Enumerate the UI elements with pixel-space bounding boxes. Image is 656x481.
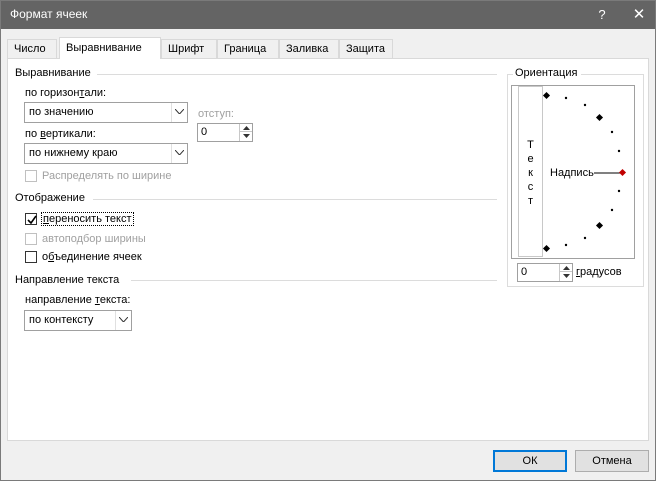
wrap-text-checkbox[interactable] <box>25 213 37 225</box>
text-direction-value: по контексту <box>29 314 94 326</box>
tab-protection[interactable]: Защита <box>339 39 393 58</box>
spin-down-icon[interactable] <box>560 272 572 280</box>
orientation-group-left <box>507 74 508 286</box>
vertical-label: по вертикали: <box>25 128 96 140</box>
distributed-label: Распределять по ширине <box>42 170 172 182</box>
horizontal-align-value: по значению <box>29 106 94 118</box>
text-direction-select[interactable]: по контексту <box>24 310 132 331</box>
ok-button[interactable]: ОК <box>493 450 567 472</box>
format-cells-dialog: Формат ячеек ? ✕ Число Выравнивание Шриф… <box>0 0 656 481</box>
degrees-value: 0 <box>521 266 528 278</box>
horizontal-label: по горизонтали: <box>25 87 107 99</box>
tab-number[interactable]: Число <box>7 39 57 58</box>
indent-value: 0 <box>201 126 208 138</box>
orientation-group-right <box>643 74 644 286</box>
alignment-group-title: Выравнивание <box>15 67 95 79</box>
cancel-button[interactable]: Отмена <box>575 450 649 472</box>
tab-fill[interactable]: Заливка <box>279 39 339 58</box>
spin-up-icon[interactable] <box>240 124 252 132</box>
shrink-to-fit-checkbox[interactable] <box>25 233 37 245</box>
shrink-to-fit-label: автоподбор ширины <box>42 233 146 245</box>
display-group-line <box>93 199 497 200</box>
orientation-sample-label: Надпись <box>550 167 594 179</box>
direction-group-title: Направление текста <box>15 274 124 286</box>
indent-label: отступ: <box>198 108 234 120</box>
direction-group-line <box>131 280 497 281</box>
tab-border[interactable]: Граница <box>217 39 279 58</box>
help-button[interactable]: ? <box>591 4 613 26</box>
tab-font[interactable]: Шрифт <box>161 39 217 58</box>
title-bar: Формат ячеек ? ✕ <box>1 1 655 29</box>
vertical-align-value: по нижнему краю <box>29 147 118 159</box>
horizontal-align-select[interactable]: по значению <box>24 102 188 123</box>
indent-spinner[interactable]: 0 <box>197 123 253 142</box>
spin-down-icon[interactable] <box>240 132 252 140</box>
display-group-title: Отображение <box>15 192 89 204</box>
window-title: Формат ячеек <box>10 7 88 21</box>
chevron-down-icon[interactable] <box>171 103 187 122</box>
alignment-group-line <box>97 74 497 75</box>
chevron-down-icon[interactable] <box>171 144 187 163</box>
degrees-spinner[interactable]: 0 <box>517 263 573 282</box>
spin-up-icon[interactable] <box>560 264 572 272</box>
vertical-text-button[interactable]: Т е к с т <box>518 86 543 257</box>
tab-alignment[interactable]: Выравнивание <box>59 37 161 59</box>
orientation-group-title: Ориентация <box>513 67 582 79</box>
text-direction-label: направление текста: <box>25 294 131 306</box>
orientation-group-bottom <box>507 286 644 287</box>
merge-cells-label: объединение ячеек <box>42 251 142 263</box>
wrap-text-label: переносить текст <box>41 212 134 226</box>
close-button[interactable]: ✕ <box>628 4 650 26</box>
distributed-checkbox[interactable] <box>25 170 37 182</box>
merge-cells-checkbox[interactable] <box>25 251 37 263</box>
chevron-down-icon[interactable] <box>115 311 131 330</box>
vertical-align-select[interactable]: по нижнему краю <box>24 143 188 164</box>
degrees-label: градусов <box>576 266 622 278</box>
